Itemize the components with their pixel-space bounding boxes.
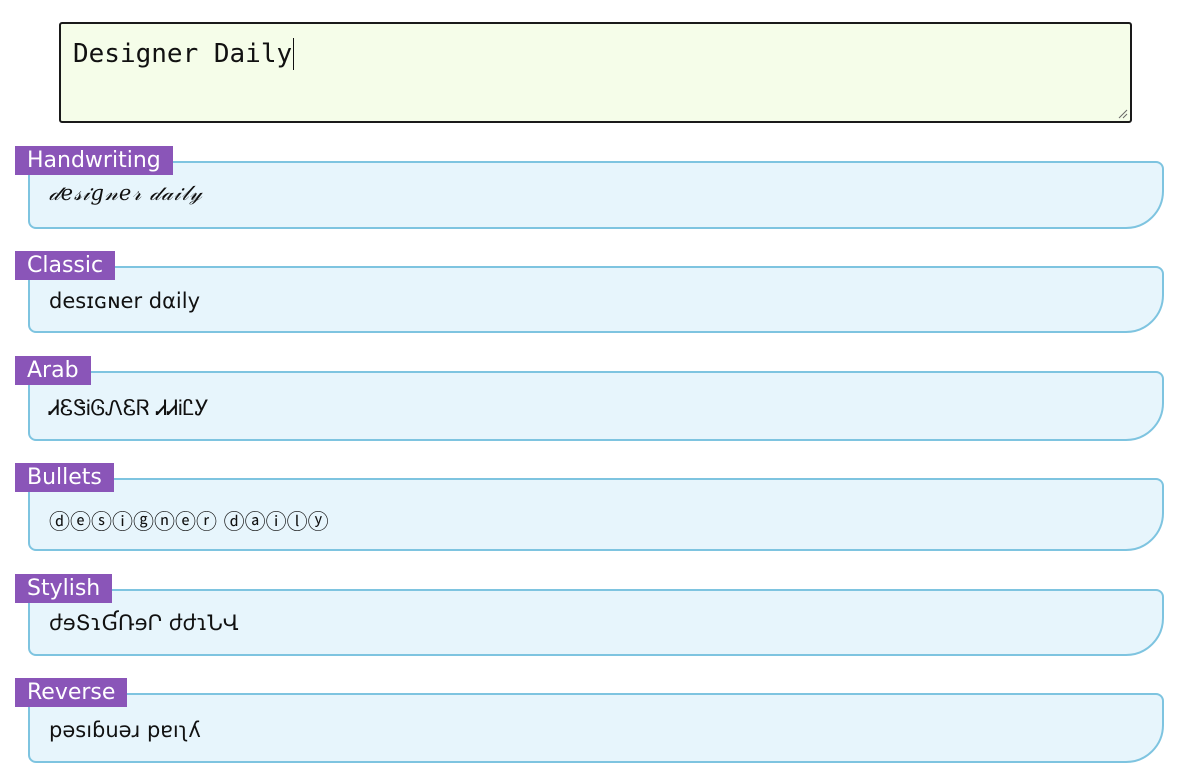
style-output-handwriting: 𝒹𝑒𝓈𝒾𝑔𝓃𝑒𝓇 𝒹𝒶𝒾𝓁𝓎 (49, 181, 203, 205)
text-input[interactable]: Designer Daily (59, 22, 1132, 123)
style-label-arab: Arab (15, 356, 91, 385)
style-label-stylish: Stylish (15, 574, 113, 603)
style-output-reverse: pəsıɓuəɹ pɐıʅʎ (49, 718, 201, 742)
style-label-handwriting: Handwriting (15, 146, 173, 175)
text-input-value: Designer Daily (73, 39, 293, 69)
style-output-bullets: ⓓⓔⓢⓘⓖⓝⓔⓡ ⓓⓐⓘⓛⓨ (49, 510, 329, 534)
style-card-handwriting[interactable]: 𝒹𝑒𝓈𝒾𝑔𝓃𝑒𝓇 𝒹𝒶𝒾𝓁𝓎 (28, 161, 1164, 229)
style-card-reverse[interactable]: pəsıɓuəɹ pɐıʅʎ (28, 693, 1164, 763)
style-card-bullets[interactable]: ⓓⓔⓢⓘⓖⓝⓔⓡ ⓓⓐⓘⓛⓨ (28, 478, 1164, 551)
resize-grip-icon[interactable] (1118, 109, 1128, 119)
text-cursor (293, 38, 295, 70)
style-label-reverse: Reverse (15, 678, 128, 707)
style-output-stylish: ժɘՏɿƓՌɘՐ ժժɿՆՎ (49, 611, 239, 635)
style-card-classic[interactable]: desɪɢɴer dαily (28, 266, 1164, 333)
style-output-arab: ᏗᏋᏕᎥᎶᏁᏋᏒ ᏗᏗᎥᏝᎩ (49, 396, 209, 420)
style-output-classic: desɪɢɴer dαily (49, 289, 201, 313)
style-card-arab[interactable]: ᏗᏋᏕᎥᎶᏁᏋᏒ ᏗᏗᎥᏝᎩ (28, 371, 1164, 441)
style-label-classic: Classic (15, 251, 116, 280)
style-card-stylish[interactable]: ժɘՏɿƓՌɘՐ ժժɿՆՎ (28, 589, 1164, 656)
style-label-bullets: Bullets (15, 463, 114, 492)
